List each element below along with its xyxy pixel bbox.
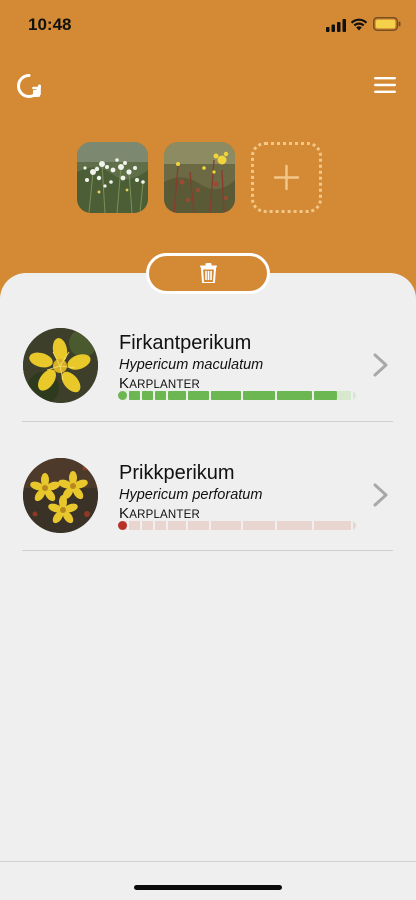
confidence-separator [186, 521, 188, 530]
confidence-separator [140, 521, 142, 530]
status-bar: 10:48 [0, 0, 416, 50]
confidence-separator [140, 391, 142, 400]
confidence-separator [209, 391, 211, 400]
confidence-separator [312, 391, 314, 400]
confidence-segment [118, 521, 127, 530]
confidence-bar [118, 391, 356, 400]
plus-icon [273, 164, 300, 191]
confidence-segment [211, 391, 241, 400]
confidence-separator [127, 391, 129, 400]
hamburger-menu-icon[interactable] [374, 77, 396, 93]
confidence-separator [312, 521, 314, 530]
common-name: Prikkperikum [119, 462, 235, 484]
confidence-separator [166, 391, 168, 400]
confidence-segment [142, 391, 153, 400]
confidence-segment [277, 391, 312, 400]
home-indicator [134, 885, 282, 890]
cellular-signal-icon [326, 19, 346, 32]
white-flowers-photo [77, 142, 148, 213]
photo-thumbnail[interactable] [164, 142, 235, 213]
species-avatar [23, 458, 98, 533]
confidence-segment [314, 391, 337, 400]
flower-photo [23, 328, 98, 403]
confidence-segment [155, 391, 166, 400]
confidence-separator [153, 521, 155, 530]
refresh-circle-icon[interactable] [16, 73, 42, 99]
delete-button[interactable] [146, 253, 270, 294]
add-photo-button[interactable] [251, 142, 322, 213]
confidence-separator [351, 521, 353, 530]
common-name: Firkantperikum [119, 332, 252, 354]
status-time: 10:48 [28, 15, 72, 34]
flower-photo [23, 458, 98, 533]
confidence-segment [243, 391, 275, 400]
confidence-separator [241, 391, 243, 400]
latin-name: Hypericum perforatum [119, 487, 263, 503]
latin-name: Hypericum maculatum [119, 357, 264, 373]
confidence-segment [118, 391, 127, 400]
confidence-separator [241, 521, 243, 530]
confidence-separator [153, 391, 155, 400]
species-group: KARPLANTER [119, 375, 201, 392]
confidence-separator [275, 521, 277, 530]
photo-thumbnail[interactable] [77, 142, 148, 213]
battery-icon [373, 17, 401, 31]
wifi-icon [350, 18, 368, 31]
bottom-divider [0, 861, 416, 862]
confidence-separator [186, 391, 188, 400]
confidence-separator [275, 391, 277, 400]
chevron-right-icon[interactable] [372, 352, 389, 378]
trash-icon [200, 263, 217, 283]
confidence-separator [209, 521, 211, 530]
confidence-segment [129, 391, 140, 400]
confidence-segment [188, 391, 209, 400]
confidence-segment [168, 391, 186, 400]
yellow-flowers-photo [164, 142, 235, 213]
species-avatar [23, 328, 98, 403]
confidence-separator [351, 391, 353, 400]
confidence-bar [118, 521, 356, 530]
row-divider [22, 550, 393, 551]
result-row[interactable]: Firkantperikum Hypericum maculatum KARPL… [0, 291, 416, 421]
chevron-right-icon[interactable] [372, 482, 389, 508]
confidence-separator [166, 521, 168, 530]
species-group: KARPLANTER [119, 505, 201, 522]
result-row[interactable]: Prikkperikum Hypericum perforatum KARPLA… [0, 421, 416, 551]
confidence-separator [127, 521, 129, 530]
